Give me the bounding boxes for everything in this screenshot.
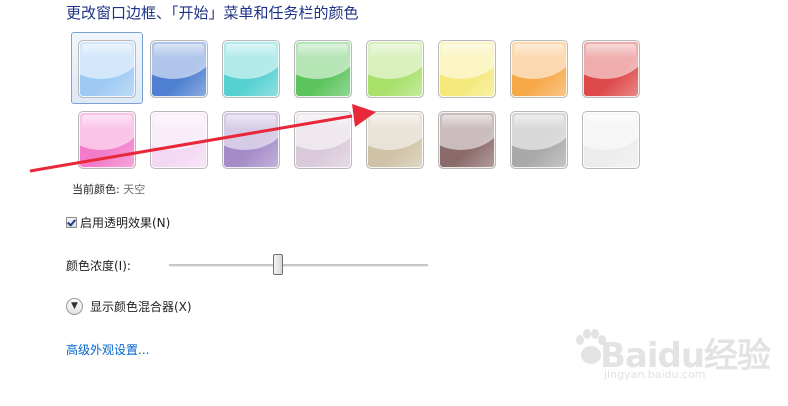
arrow-head — [352, 104, 376, 127]
watermark-url: jingyan.baidu.com — [604, 368, 706, 381]
baidu-watermark: Baidu经验 jingyan.baidu.com — [574, 322, 774, 390]
arrow-shaft — [29, 114, 353, 173]
